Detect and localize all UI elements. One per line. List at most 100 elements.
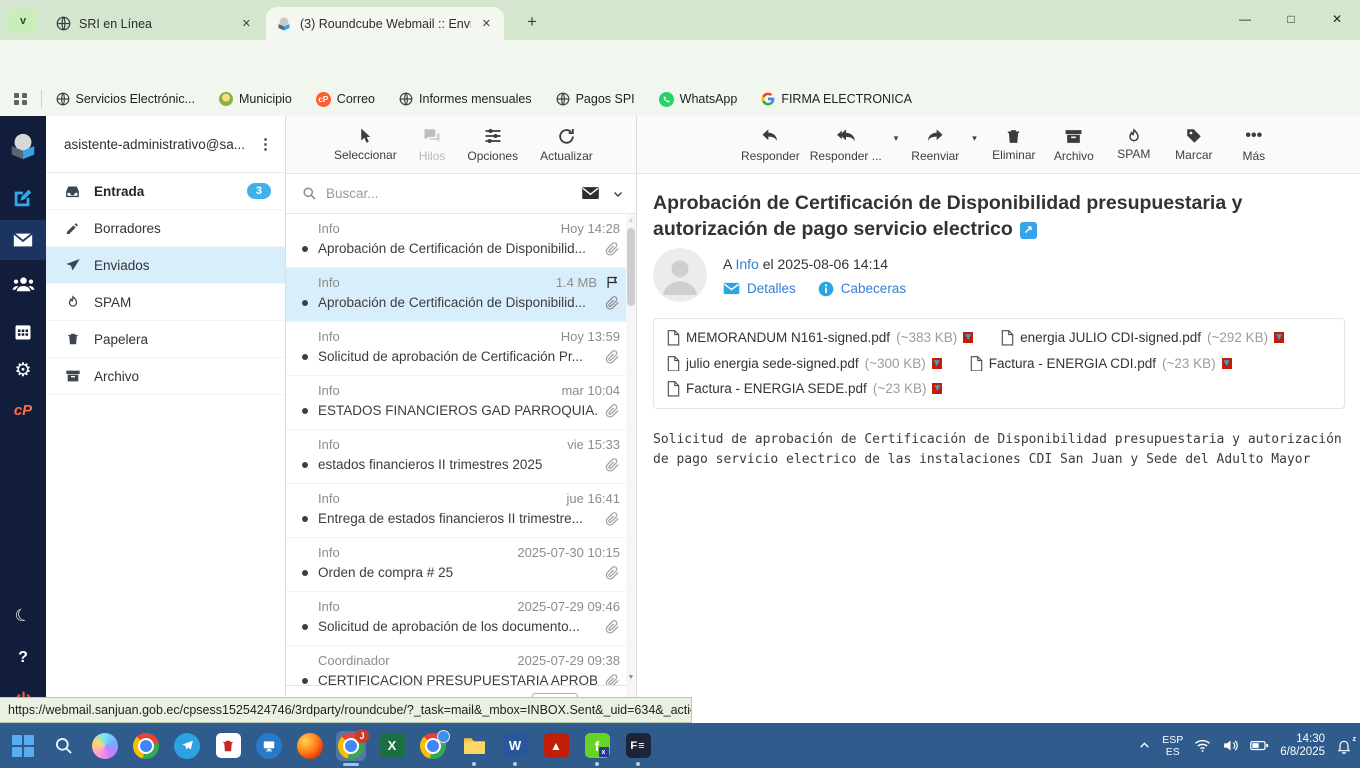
scroll-up-icon[interactable]: ▲ bbox=[626, 217, 636, 224]
bookmark-servicios[interactable]: Servicios Electrónic... bbox=[56, 92, 195, 106]
language-indicator[interactable]: ESP ES bbox=[1162, 734, 1183, 758]
sidebar-item-enviados[interactable]: Enviados bbox=[46, 247, 285, 284]
tray-chevron-icon[interactable] bbox=[1138, 739, 1151, 752]
delete-button[interactable]: Eliminar bbox=[989, 128, 1039, 162]
bookmark-pagos-spi[interactable]: Pagos SPI bbox=[556, 92, 635, 106]
message-row[interactable]: Info jue 16:41 Entrega de estados financi… bbox=[286, 484, 626, 538]
sidebar-item-borradores[interactable]: Borradores bbox=[46, 210, 285, 247]
firefox-icon bbox=[297, 732, 323, 759]
window-close-button[interactable]: ✕ bbox=[1314, 0, 1360, 38]
cpanel-icon[interactable]: cP bbox=[0, 390, 46, 430]
message-row-selected[interactable]: Info 1.4 MB Aprobación de Certificación d… bbox=[286, 268, 626, 322]
taskbar-fenix[interactable]: fx bbox=[582, 731, 612, 766]
search-options-chevron-icon[interactable] bbox=[612, 188, 624, 200]
account-menu-icon[interactable]: ⋮ bbox=[258, 135, 273, 153]
new-tab-button[interactable]: + bbox=[518, 8, 546, 36]
message-row[interactable]: Info Hoy 14:28 Aprobación de Certificació… bbox=[286, 214, 626, 268]
window-minimize-button[interactable]: — bbox=[1222, 0, 1268, 38]
search-input[interactable]: Buscar... bbox=[326, 186, 581, 201]
taskbar-copilot[interactable] bbox=[90, 731, 120, 761]
mail-icon[interactable] bbox=[0, 220, 46, 260]
flag-icon[interactable] bbox=[605, 275, 620, 290]
forward-button[interactable]: Reenviar bbox=[910, 126, 960, 163]
taskbar-search[interactable] bbox=[49, 731, 79, 761]
bookmark-municipio[interactable]: Municipio bbox=[218, 92, 292, 106]
bookmark-informes[interactable]: Informes mensuales bbox=[399, 92, 532, 106]
tab-close-icon[interactable]: ✕ bbox=[239, 17, 254, 30]
forward-dropdown-icon[interactable]: ▾ bbox=[972, 133, 977, 144]
browser-tab-sri[interactable]: SRI en Línea ✕ bbox=[46, 7, 264, 40]
wifi-icon[interactable] bbox=[1194, 737, 1211, 754]
recipient-link[interactable]: Info bbox=[735, 256, 758, 272]
select-button[interactable]: Seleccionar bbox=[334, 127, 397, 162]
refresh-button[interactable]: Actualizar bbox=[540, 127, 593, 163]
settings-gear-icon[interactable]: ⚙ bbox=[0, 350, 46, 390]
scrollbar-thumb[interactable] bbox=[627, 228, 635, 306]
more-button[interactable]: ••• Más bbox=[1229, 126, 1279, 163]
start-button[interactable] bbox=[8, 731, 38, 761]
taskbar-clock[interactable]: 14:30 6/8/2025 bbox=[1280, 733, 1325, 759]
reply-all-button[interactable]: Responder ... bbox=[810, 126, 882, 163]
attachment-dropdown-icon[interactable]: ▼ bbox=[1274, 332, 1285, 344]
taskbar-acrobat[interactable]: ▲ bbox=[541, 731, 571, 761]
bookmark-whatsapp[interactable]: WhatsApp bbox=[658, 91, 737, 107]
taskbar-telegram[interactable] bbox=[172, 731, 202, 761]
bookmark-correo[interactable]: cP Correo bbox=[315, 91, 375, 107]
attachment-chip[interactable]: julio energia sede-signed.pdf (~300 KB) ▼ bbox=[667, 355, 942, 372]
scroll-down-icon[interactable]: ▼ bbox=[626, 674, 636, 681]
headers-link[interactable]: Cabeceras bbox=[841, 281, 906, 296]
message-row[interactable]: Info 2025-07-29 09:46 Solicitud de aproba… bbox=[286, 592, 626, 646]
attachment-dropdown-icon[interactable]: ▼ bbox=[1221, 357, 1232, 369]
attachment-chip[interactable]: Factura - ENERGIA SEDE.pdf (~23 KB) ▼ bbox=[667, 381, 943, 397]
spam-button[interactable]: SPAM bbox=[1109, 128, 1159, 161]
dark-mode-moon-icon[interactable]: ☾ bbox=[0, 596, 46, 636]
sidebar-item-archivo[interactable]: Archivo bbox=[46, 358, 285, 395]
attachment-chip[interactable]: Factura - ENERGIA CDI.pdf (~23 KB) ▼ bbox=[970, 355, 1232, 372]
contacts-icon[interactable] bbox=[0, 264, 46, 304]
compose-icon[interactable] bbox=[0, 178, 46, 218]
list-scrollbar[interactable]: ▲ ▼ bbox=[626, 214, 636, 723]
attachment-dropdown-icon[interactable]: ▼ bbox=[931, 357, 942, 369]
scope-envelope-icon[interactable] bbox=[581, 184, 600, 203]
message-row[interactable]: Info Hoy 13:59 Solicitud de aprobación de… bbox=[286, 322, 626, 376]
taskbar-firefox[interactable] bbox=[295, 731, 325, 761]
options-button[interactable]: Opciones bbox=[467, 126, 518, 163]
tab-close-icon[interactable]: ✕ bbox=[479, 17, 494, 30]
message-row[interactable]: Info mar 10:04 ESTADOS FINANCIEROS GAD PA… bbox=[286, 376, 626, 430]
taskbar-chrome-app[interactable] bbox=[418, 729, 450, 761]
attachment-dropdown-icon[interactable]: ▼ bbox=[932, 383, 943, 395]
taskbar-word[interactable]: W bbox=[500, 731, 530, 766]
tab-search-chevron-icon[interactable]: v bbox=[8, 9, 38, 33]
help-icon[interactable]: ? bbox=[0, 638, 46, 678]
browser-tab-roundcube[interactable]: (3) Roundcube Webmail :: Envia ✕ bbox=[266, 7, 504, 40]
details-link[interactable]: Detalles bbox=[747, 281, 796, 296]
archive-button[interactable]: Archivo bbox=[1049, 127, 1099, 163]
message-row[interactable]: Info 2025-07-30 10:15 Orden de compra # 2… bbox=[286, 538, 626, 592]
message-row[interactable]: Info vie 15:33 estados financieros II tri… bbox=[286, 430, 626, 484]
taskbar-chrome[interactable] bbox=[131, 731, 161, 761]
account-header[interactable]: asistente-administrativo@sa... ⋮ bbox=[46, 116, 285, 173]
apps-grid-icon[interactable] bbox=[14, 92, 27, 106]
attachment-dropdown-icon[interactable]: ▼ bbox=[963, 332, 974, 344]
reply-button[interactable]: Responder bbox=[741, 126, 800, 163]
sidebar-item-spam[interactable]: SPAM bbox=[46, 284, 285, 321]
notification-bell-icon[interactable]: z bbox=[1336, 736, 1356, 754]
sidebar-item-entrada[interactable]: Entrada 3 bbox=[46, 173, 285, 210]
attachment-chip[interactable]: energia JULIO CDI-signed.pdf (~292 KB) ▼ bbox=[1001, 330, 1285, 346]
taskbar-excel[interactable]: X bbox=[377, 731, 407, 761]
volume-icon[interactable] bbox=[1222, 737, 1239, 754]
bookmark-firma[interactable]: FIRMA ELECTRONICA bbox=[761, 92, 912, 106]
taskbar-chrome-profile[interactable]: J bbox=[336, 728, 369, 766]
sidebar-item-papelera[interactable]: Papelera bbox=[46, 321, 285, 358]
taskbar-file-explorer[interactable] bbox=[459, 731, 489, 766]
mark-button[interactable]: Marcar bbox=[1169, 127, 1219, 162]
open-in-new-icon[interactable]: ↗ bbox=[1019, 221, 1037, 239]
calendar-icon[interactable] bbox=[0, 312, 46, 352]
taskbar-recycle-bin[interactable] bbox=[213, 731, 243, 761]
taskbar-remote-desktop[interactable] bbox=[254, 731, 284, 761]
battery-icon[interactable] bbox=[1250, 740, 1269, 751]
taskbar-fes[interactable]: F≡ bbox=[623, 731, 653, 766]
reply-all-dropdown-icon[interactable]: ▾ bbox=[894, 133, 899, 144]
window-maximize-button[interactable]: □ bbox=[1268, 0, 1314, 38]
attachment-chip[interactable]: MEMORANDUM N161-signed.pdf (~383 KB) ▼ bbox=[667, 330, 974, 346]
